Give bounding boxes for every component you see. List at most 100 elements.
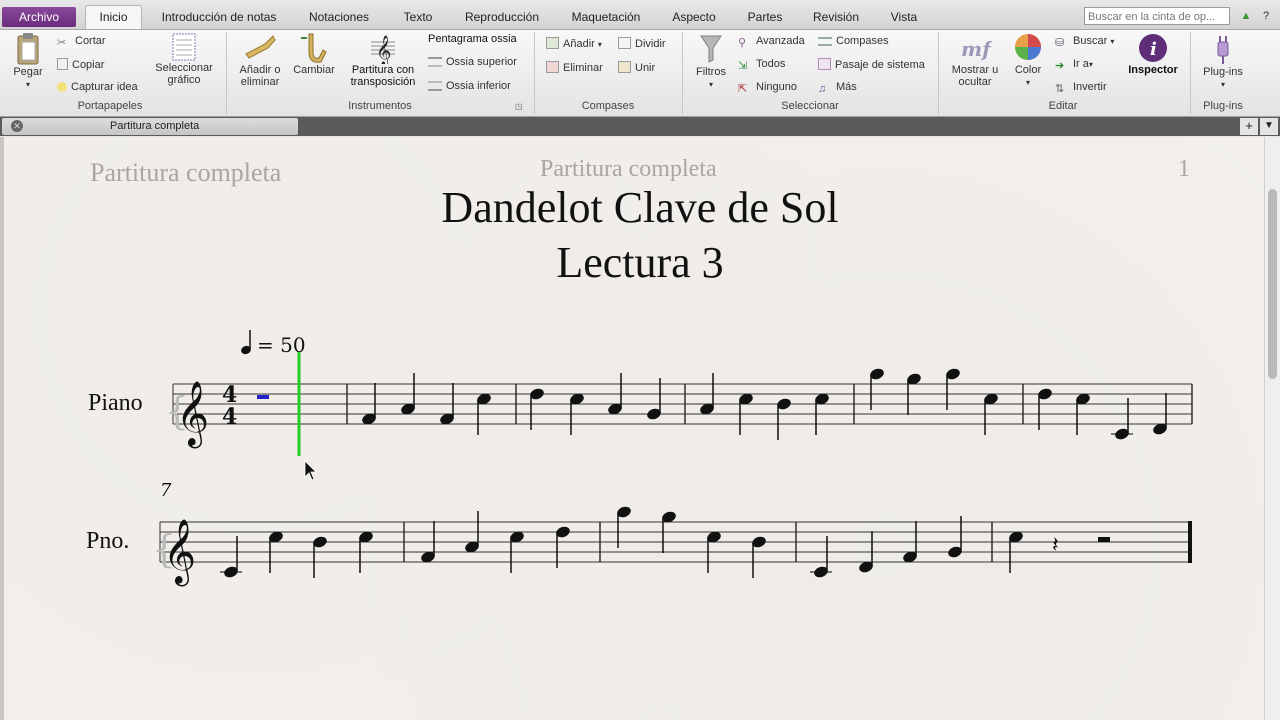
advanced-filter-icon: ⚲	[738, 37, 747, 49]
select-bars-button[interactable]: Compases	[818, 35, 889, 47]
tab-revision[interactable]: Revisión	[806, 6, 866, 28]
delete-bar-icon	[546, 61, 559, 73]
treble-clef-icon: 𝄞	[371, 35, 395, 64]
dialog-launcher-icon[interactable]: ◳	[515, 102, 523, 111]
saxophone-icon	[301, 33, 327, 63]
lightbulb-icon	[57, 82, 67, 92]
more-notes-icon: ♫	[818, 83, 827, 95]
ribbon: Pegar ▾ ✂ Cortar Copiar Capturar idea Sele…	[0, 30, 1280, 117]
paste-label: Pegar	[13, 66, 43, 78]
select-graphic-icon	[172, 33, 196, 61]
arrow-right-icon: ➔	[1055, 60, 1065, 72]
instrument-name-full: Piano	[88, 390, 143, 416]
tab-partes[interactable]: Partes	[740, 6, 790, 28]
document-tab[interactable]: ✕ Partitura completa	[2, 118, 298, 135]
tab-inicio[interactable]: Inicio	[85, 5, 142, 29]
score-subtitle: Lectura 3	[556, 238, 724, 287]
select-none-button[interactable]: ⇱ Ninguno	[738, 81, 797, 95]
group-separator	[226, 32, 227, 114]
scissors-icon: ✂	[57, 37, 67, 49]
show-hide-button[interactable]: mf Mostrar u ocultar	[946, 32, 1004, 88]
group-label-compases: Compases	[581, 100, 635, 112]
help-icon[interactable]: ?	[1258, 8, 1274, 24]
tab-vista[interactable]: Vista	[882, 6, 926, 28]
minimize-ribbon-icon[interactable]: ▲	[1238, 8, 1254, 24]
tab-texto[interactable]: Texto	[392, 6, 444, 28]
page-number: 1	[1178, 156, 1190, 182]
copy-button[interactable]: Copiar	[57, 58, 104, 71]
close-tab-icon[interactable]: ✕	[11, 120, 23, 132]
ossia-below-icon	[428, 81, 442, 91]
group-separator	[1190, 32, 1191, 114]
filters-button[interactable]: Filtros ▾	[692, 32, 730, 90]
inspector-button[interactable]: i Inspector	[1124, 32, 1182, 76]
select-graphic-label: Seleccionar gráfico	[155, 62, 213, 86]
info-icon: i	[1139, 34, 1167, 62]
tab-maquetacion[interactable]: Maquetación	[561, 6, 651, 28]
filter-funnel-icon	[700, 35, 722, 63]
header-center-text: Partitura completa	[540, 156, 717, 182]
dynamics-mf-icon: mf	[961, 37, 992, 61]
show-hide-label: Mostrar u ocultar	[951, 64, 999, 88]
group-label-portapapeles: Portapapeles	[77, 100, 143, 112]
tab-notaciones[interactable]: Notaciones	[300, 6, 378, 28]
join-bar-icon	[618, 61, 631, 73]
group-separator	[682, 32, 683, 114]
goto-button[interactable]: ➔ Ir a▾	[1055, 58, 1093, 72]
split-bar-icon	[618, 37, 631, 49]
delete-bar-button[interactable]: Eliminar	[546, 61, 603, 74]
tab-archivo[interactable]: Archivo	[2, 7, 76, 27]
transposing-score-button[interactable]: 𝄞 Partitura con transposición	[345, 32, 421, 88]
select-all-icon: ⇲	[738, 60, 748, 72]
select-more-button[interactable]: ♫ Más	[818, 81, 857, 95]
cut-button[interactable]: ✂ Cortar	[57, 35, 106, 49]
group-label-instrumentos: Instrumentos	[348, 100, 412, 112]
svg-text:𝄞: 𝄞	[376, 35, 391, 64]
new-tab-icon[interactable]: +	[1240, 118, 1258, 135]
add-bar-button[interactable]: Añadir ▾	[546, 37, 602, 50]
instrument-name-short: Pno.	[86, 528, 130, 554]
system-passage-icon	[818, 58, 831, 70]
plug-icon	[1217, 36, 1229, 64]
invert-button[interactable]: ⇅ Invertir	[1055, 81, 1107, 95]
select-graphic-button[interactable]: Seleccionar gráfico	[150, 32, 218, 86]
group-label-plugins: Plug-ins	[1203, 100, 1243, 112]
trumpet-icon	[245, 35, 276, 59]
tab-introduccion-notas[interactable]: Introducción de notas	[150, 6, 288, 28]
system-passage-button[interactable]: Pasaje de sistema	[818, 58, 925, 71]
score-title: Dandelot Clave de Sol	[441, 183, 839, 232]
document-tab-strip: ✕ Partitura completa + ▼	[0, 117, 1280, 136]
inspector-label: Inspector	[1128, 64, 1178, 76]
document-tab-label: Partitura completa	[110, 120, 200, 132]
paste-button[interactable]: Pegar ▾	[8, 32, 48, 90]
ribbon-search-input[interactable]: Buscar en la cinta de op...	[1084, 7, 1230, 25]
select-advanced-button[interactable]: ⚲ Avanzada	[738, 35, 805, 49]
add-remove-label: Añadir o eliminar	[239, 64, 281, 88]
add-bar-icon	[546, 37, 559, 49]
color-button[interactable]: Color ▾	[1010, 32, 1046, 88]
select-all-button[interactable]: ⇲ Todos	[738, 58, 785, 72]
ossia-above-icon	[428, 57, 442, 67]
join-bar-button[interactable]: Unir	[618, 61, 655, 74]
change-instrument-button[interactable]: Cambiar	[291, 32, 337, 76]
filters-label: Filtros	[696, 66, 726, 78]
tab-reproduccion[interactable]: Reproducción	[458, 6, 546, 28]
copy-icon	[57, 58, 68, 70]
svg-text:i: i	[1150, 39, 1157, 60]
ossia-above-button[interactable]: Ossia superior	[428, 56, 517, 68]
plugins-button[interactable]: Plug-ins ▾	[1196, 32, 1250, 90]
add-remove-instruments-button[interactable]: Añadir o eliminar	[233, 32, 287, 88]
color-wheel-icon	[1015, 34, 1041, 60]
find-button[interactable]: ⛁ Buscar ▾	[1055, 35, 1114, 49]
group-separator	[534, 32, 535, 114]
transposing-score-label: Partitura con transposición	[350, 64, 416, 88]
ribbon-tab-bar: Archivo Inicio Introducción de notas Not…	[0, 0, 1280, 30]
split-bar-button[interactable]: Dividir	[618, 37, 666, 50]
capture-idea-button[interactable]: Capturar idea	[57, 81, 138, 93]
plugins-label: Plug-ins	[1203, 66, 1243, 78]
tab-menu-icon[interactable]: ▼	[1260, 118, 1278, 135]
tab-aspecto[interactable]: Aspecto	[664, 6, 724, 28]
ossia-below-button[interactable]: Ossia inferior	[428, 80, 511, 92]
clipboard-icon	[17, 33, 39, 65]
invert-icon: ⇅	[1055, 83, 1065, 95]
